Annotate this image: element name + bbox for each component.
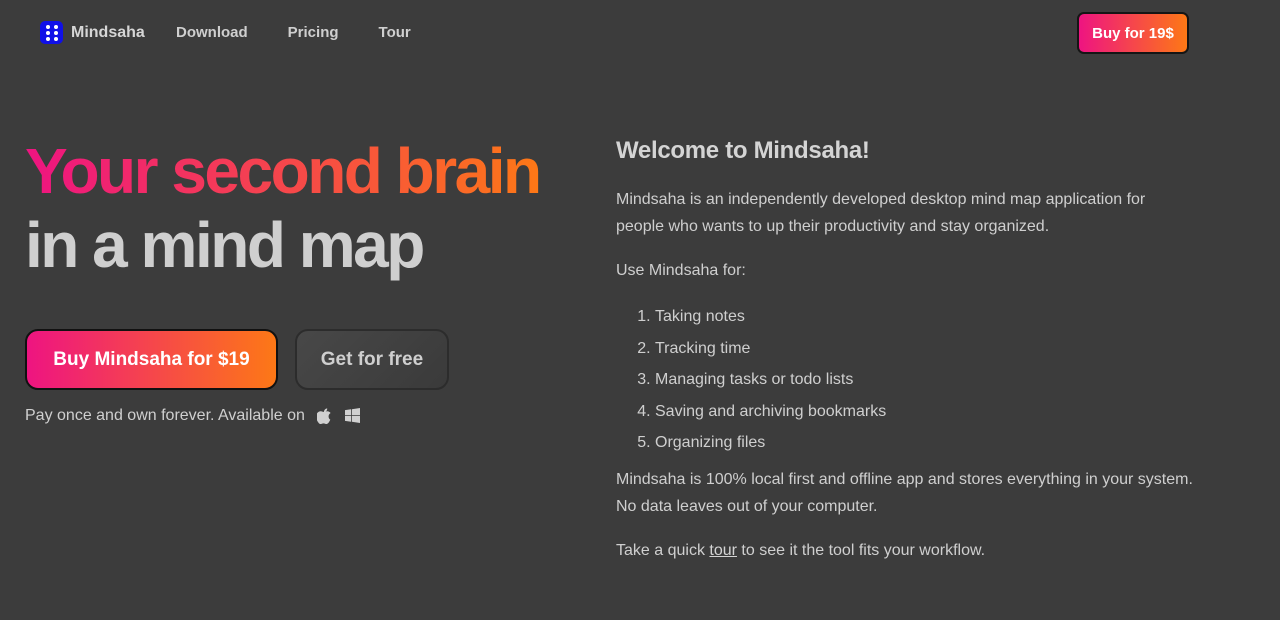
list-item: Saving and archiving bookmarks	[655, 396, 1196, 428]
hero-cta-row: Buy Mindsaha for $19 Get for free	[25, 329, 449, 390]
list-item: Organizing files	[655, 427, 1196, 459]
tour-prefix: Take a quick	[616, 541, 705, 559]
availability-text: Pay once and own forever. Available on	[25, 407, 305, 424]
hero-title: Your second brain in a mind map	[25, 134, 585, 282]
about-section: Welcome to Mindsaha! Mindsaha is an inde…	[616, 137, 1196, 581]
tour-suffix: to see it the tool fits your workflow.	[741, 541, 986, 559]
nav-link-download[interactable]: Download	[176, 24, 248, 41]
buy-button[interactable]: Buy Mindsaha for $19	[25, 329, 278, 390]
local-first-text: Mindsaha is 100% local first and offline…	[616, 470, 1193, 515]
availability-line: Pay once and own forever. Available on	[25, 407, 361, 425]
nav-link-tour[interactable]: Tour	[379, 24, 411, 41]
about-heading: Welcome to Mindsaha!	[616, 137, 870, 164]
logo-text: Mindsaha	[71, 23, 145, 41]
tour-line: Take a quick tour to see it the tool fit…	[616, 537, 1196, 564]
list-item: Tracking time	[655, 333, 1196, 365]
list-item: Managing tasks or todo lists	[655, 364, 1196, 396]
top-nav: Mindsaha Download Pricing Tour Buy for 1…	[0, 0, 1280, 66]
nav-link-pricing[interactable]: Pricing	[288, 24, 339, 41]
list-item: Taking notes	[655, 301, 1196, 333]
logo-link[interactable]: Mindsaha	[40, 21, 145, 44]
use-label: Use Mindsaha for:	[616, 262, 746, 279]
nav-links: Download Pricing Tour	[176, 24, 451, 41]
get-free-button[interactable]: Get for free	[295, 329, 449, 390]
apple-icon	[316, 408, 333, 424]
logo-icon	[40, 21, 63, 44]
uses-list: Taking notes Tracking time Managing task…	[616, 301, 1196, 459]
hero-section: Your second brain in a mind map Buy Mind…	[25, 134, 585, 424]
tour-link[interactable]: tour	[709, 542, 737, 559]
about-intro: Mindsaha is an independently developed d…	[616, 191, 1146, 235]
nav-buy-button[interactable]: Buy for 19$	[1077, 12, 1189, 54]
hero-title-line2: in a mind map	[25, 209, 425, 281]
windows-icon	[344, 408, 361, 424]
hero-title-line1: Your second brain	[25, 135, 542, 207]
